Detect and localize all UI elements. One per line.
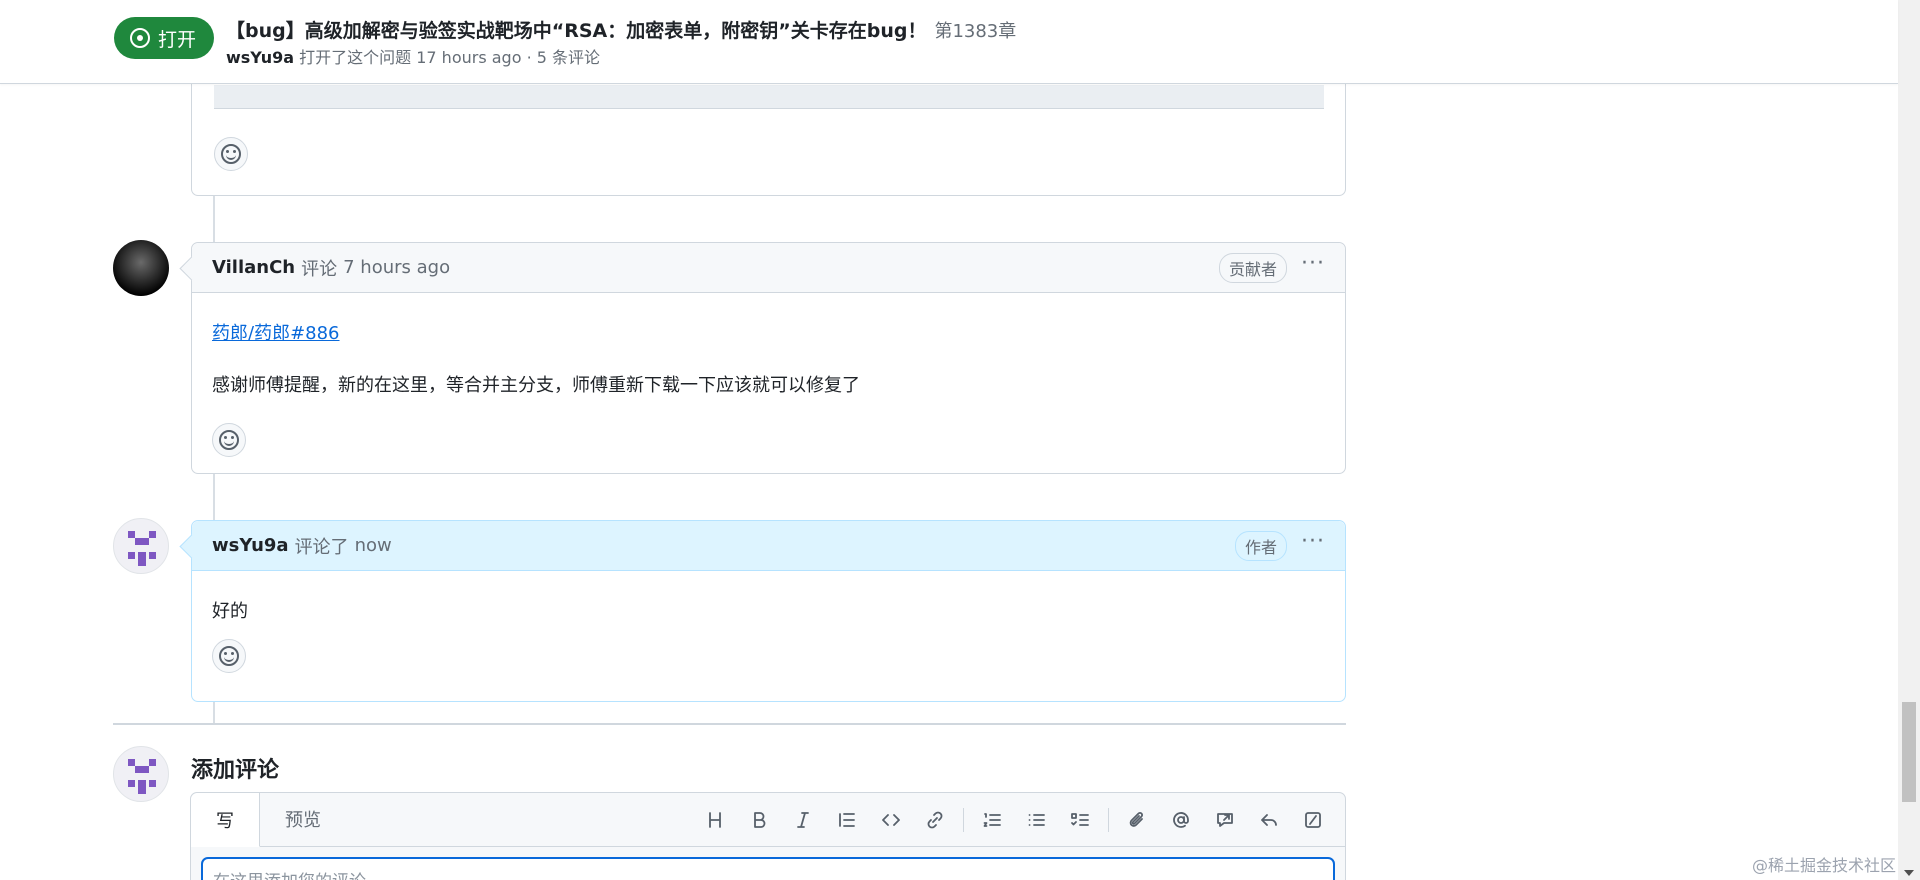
editor-tabs: 写 预览 <box>191 793 1345 847</box>
issue-title[interactable]: 【bug】高级加解密与验签实战靶场中“RSA：加密表单，附密钥”关卡存在bug！… <box>226 16 1016 43</box>
attach-icon[interactable] <box>1115 800 1159 840</box>
add-reaction-button[interactable] <box>214 137 248 171</box>
scroll-down-icon[interactable] <box>1904 870 1914 876</box>
comment-wsyu9a: wsYu9a 评论了 now 作者 ··· 好的 <box>191 520 1346 702</box>
previous-comment-code-block <box>214 85 1324 109</box>
comment-author[interactable]: wsYu9a <box>212 535 289 556</box>
task-list-icon[interactable] <box>1058 800 1102 840</box>
comment-timestamp[interactable]: 7 hours ago <box>343 257 450 278</box>
smiley-icon <box>219 430 239 450</box>
issue-state-badge: 打开 <box>114 17 215 59</box>
current-user-avatar <box>113 746 169 802</box>
comment-villanch: VillanCh 评论 7 hours ago 贡献者 ··· 药郎/药郎#88… <box>191 242 1346 474</box>
smiley-icon <box>219 646 239 666</box>
slash-command-icon[interactable] <box>1291 800 1335 840</box>
quote-icon[interactable] <box>825 800 869 840</box>
issue-open-icon <box>130 28 150 48</box>
bold-icon[interactable] <box>737 800 781 840</box>
issue-title-text: 【bug】高级加解密与验签实战靶场中“RSA：加密表单，附密钥”关卡存在bug！ <box>226 20 927 42</box>
issue-meta-text: 打开了这个问题 17 hours ago · 5 条评论 <box>299 48 601 67</box>
issue-reference-link[interactable]: 药郎/药郎#886 <box>212 319 1325 345</box>
comment-editor: 写 预览 在这里添加您的评论... <box>190 792 1346 880</box>
timeline-connector <box>213 474 215 520</box>
link-icon[interactable] <box>913 800 957 840</box>
add-reaction-button[interactable] <box>212 639 246 673</box>
issue-state-label: 打开 <box>158 28 197 51</box>
heading-icon[interactable] <box>693 800 737 840</box>
add-comment-title: 添加评论 <box>191 758 280 783</box>
issue-meta: wsYu9a 打开了这个问题 17 hours ago · 5 条评论 <box>226 44 600 68</box>
comment-text: 好的 <box>212 601 248 622</box>
page-scrollbar[interactable] <box>1898 0 1920 880</box>
italic-icon[interactable] <box>781 800 825 840</box>
comment-textarea[interactable]: 在这里添加您的评论... <box>201 857 1335 880</box>
comment-header: VillanCh 评论 7 hours ago 贡献者 ··· <box>192 243 1345 293</box>
watermark: @稀土掘金技术社区 <box>1752 856 1897 875</box>
reply-icon[interactable] <box>1247 800 1291 840</box>
kebab-menu-icon[interactable]: ··· <box>1301 530 1325 553</box>
comment-header: wsYu9a 评论了 now 作者 ··· <box>192 521 1345 571</box>
timeline-divider <box>113 723 1346 725</box>
scrollbar-thumb[interactable] <box>1902 702 1916 802</box>
avatar[interactable] <box>113 518 169 574</box>
add-reaction-button[interactable] <box>212 423 246 457</box>
comment-author[interactable]: VillanCh <box>212 257 295 278</box>
kebab-menu-icon[interactable]: ··· <box>1301 252 1325 275</box>
markdown-toolbar <box>693 793 1335 847</box>
comment-text: 感谢师傅提醒，新的在这里，等合并主分支，师傅重新下载一下应该就可以修复了 <box>212 375 860 396</box>
comment-timestamp[interactable]: now <box>355 535 392 556</box>
smiley-icon <box>221 144 241 164</box>
role-badge: 作者 <box>1235 530 1288 561</box>
ordered-list-icon[interactable] <box>970 800 1014 840</box>
comment-action: 评论 <box>301 258 338 280</box>
issue-number: 第1383章 <box>934 21 1017 42</box>
role-badge: 贡献者 <box>1219 252 1288 283</box>
mention-icon[interactable] <box>1159 800 1203 840</box>
avatar[interactable] <box>113 240 169 296</box>
comment-action: 评论了 <box>294 536 349 558</box>
timeline-connector <box>213 196 215 242</box>
issue-opener-link[interactable]: wsYu9a <box>226 48 294 67</box>
tab-write[interactable]: 写 <box>191 793 260 847</box>
sticky-issue-header: 打开 【bug】高级加解密与验签实战靶场中“RSA：加密表单，附密钥”关卡存在b… <box>0 0 1898 84</box>
code-icon[interactable] <box>869 800 913 840</box>
unordered-list-icon[interactable] <box>1014 800 1058 840</box>
toolbar-separator <box>1108 808 1109 832</box>
tab-preview[interactable]: 预览 <box>260 792 346 846</box>
toolbar-separator <box>963 808 964 832</box>
reference-icon[interactable] <box>1203 800 1247 840</box>
timeline-connector <box>213 702 215 724</box>
